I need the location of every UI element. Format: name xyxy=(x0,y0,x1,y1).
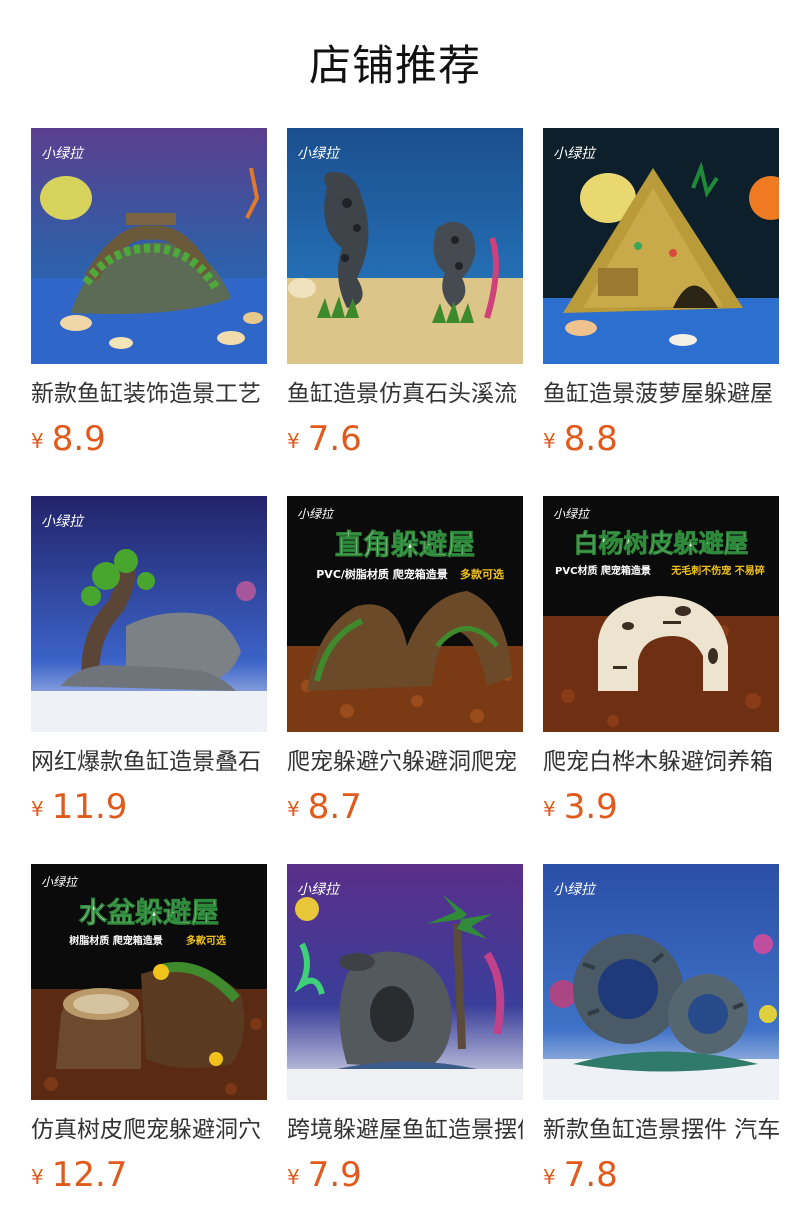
reptile-hide-cave-image[interactable]: 直角躲避屋 PVC/树脂材质 爬宠箱造景 多款可选 小绿拉 xyxy=(287,496,523,732)
product-price: ¥7.6 xyxy=(287,417,362,461)
aquarium-tree-rock-image[interactable]: 小绿拉 xyxy=(31,496,267,732)
product-name[interactable]: 仿真树皮爬宠躲避洞穴 xyxy=(31,1113,267,1147)
brand-logo: 小绿拉 xyxy=(41,514,85,530)
product-price: ¥7.8 xyxy=(543,1153,618,1197)
currency-symbol: ¥ xyxy=(543,1165,556,1189)
price-value: 7.8 xyxy=(563,1155,618,1195)
product-price: ¥3.9 xyxy=(543,785,618,829)
banner-highlight: 多款可选 xyxy=(460,567,504,581)
page-title: 店铺推荐 xyxy=(308,41,481,90)
banner-title: 白杨树皮躲避屋 xyxy=(573,529,748,558)
product-price: ¥11.9 xyxy=(31,785,127,829)
currency-symbol: ¥ xyxy=(543,797,556,821)
svg-text:小绿拉: 小绿拉 xyxy=(41,146,85,162)
currency-symbol: ¥ xyxy=(31,1165,44,1189)
currency-symbol: ¥ xyxy=(287,429,300,453)
price-value: 12.7 xyxy=(51,1155,128,1195)
brand-logo: 小绿拉 xyxy=(297,882,341,898)
brand-logo: 小绿拉 xyxy=(41,146,85,162)
banner-highlight: 多款可选 xyxy=(186,934,226,947)
product-card[interactable]: 小绿拉 跨境躲避屋鱼缸造景摆件 ¥7.9 xyxy=(287,864,523,1204)
product-name[interactable]: 新款鱼缸装饰造景工艺 xyxy=(31,377,267,411)
brand-logo: 小绿拉 xyxy=(553,146,597,162)
aquarium-rock-ornament-image[interactable]: 小绿拉 xyxy=(287,128,523,364)
aquarium-urn-palm-image[interactable]: 小绿拉 xyxy=(287,864,523,1100)
banner-highlight: 无毛刺不伤宠 不易碎 xyxy=(670,564,764,577)
banner-title: 水盆躲避屋 xyxy=(79,896,219,929)
currency-symbol: ¥ xyxy=(287,797,300,821)
price-value: 8.9 xyxy=(51,419,106,459)
price-value: 11.9 xyxy=(51,787,128,827)
currency-symbol: ¥ xyxy=(31,429,44,453)
brand-logo: 小绿拉 xyxy=(553,507,591,521)
aquarium-treasure-pyramid-image[interactable]: 小绿拉 xyxy=(543,128,779,364)
brand-logo: 小绿拉 xyxy=(553,882,597,898)
banner-line: PVC材质 爬宠箱造景 xyxy=(555,564,651,577)
banner-title: 直角躲避屋 xyxy=(335,528,475,561)
aquarium-tire-ornament-image[interactable]: 小绿拉 xyxy=(543,864,779,1100)
product-price: ¥8.7 xyxy=(287,785,362,829)
product-card[interactable]: 小绿拉 新款鱼缸装饰造景工艺 ¥8.9 xyxy=(31,128,267,468)
product-card[interactable]: 白杨树皮躲避屋 PVC材质 爬宠箱造景 无毛刺不伤宠 不易碎 小绿拉 爬宠白桦木… xyxy=(543,496,779,836)
product-price: ¥8.9 xyxy=(31,417,106,461)
bark-basin-hide-image[interactable]: 水盆躲避屋 树脂材质 爬宠箱造景 多款可选 小绿拉 xyxy=(31,864,267,1100)
product-card[interactable]: 小绿拉 鱼缸造景菠萝屋躲避屋 ¥8.8 xyxy=(543,128,779,468)
product-name[interactable]: 网红爆款鱼缸造景叠石 xyxy=(31,745,267,779)
product-price: ¥7.9 xyxy=(287,1153,362,1197)
product-card[interactable]: 水盆躲避屋 树脂材质 爬宠箱造景 多款可选 小绿拉 仿真树皮爬宠躲避洞穴 ¥12… xyxy=(31,864,267,1204)
banner-line: 树脂材质 爬宠箱造景 xyxy=(69,934,162,947)
brand-logo: 小绿拉 xyxy=(297,146,341,162)
product-name[interactable]: 爬宠白桦木躲避饲养箱 xyxy=(543,745,779,779)
product-card[interactable]: 直角躲避屋 PVC/树脂材质 爬宠箱造景 多款可选 小绿拉 爬宠躲避穴躲避洞爬宠… xyxy=(287,496,523,836)
aquarium-bridge-ornament-image[interactable]: 小绿拉 xyxy=(31,128,267,364)
product-name[interactable]: 跨境躲避屋鱼缸造景摆件 xyxy=(287,1113,523,1147)
price-value: 8.7 xyxy=(307,787,362,827)
product-name[interactable]: 爬宠躲避穴躲避洞爬宠 xyxy=(287,745,523,779)
price-value: 8.8 xyxy=(563,419,618,459)
price-value: 3.9 xyxy=(563,787,618,827)
product-price: ¥12.7 xyxy=(31,1153,127,1197)
birch-bark-hide-image[interactable]: 白杨树皮躲避屋 PVC材质 爬宠箱造景 无毛刺不伤宠 不易碎 小绿拉 xyxy=(543,496,779,732)
currency-symbol: ¥ xyxy=(543,429,556,453)
product-price: ¥8.8 xyxy=(543,417,618,461)
product-name[interactable]: 鱼缸造景仿真石头溪流 xyxy=(287,377,523,411)
price-value: 7.6 xyxy=(307,419,362,459)
price-value: 7.9 xyxy=(307,1155,362,1195)
currency-symbol: ¥ xyxy=(287,1165,300,1189)
brand-logo: 小绿拉 xyxy=(41,875,79,889)
currency-symbol: ¥ xyxy=(31,797,44,821)
product-name[interactable]: 鱼缸造景菠萝屋躲避屋 xyxy=(543,377,779,411)
banner-line: PVC/树脂材质 爬宠箱造景 xyxy=(316,567,448,581)
product-name[interactable]: 新款鱼缸造景摆件 汽车 xyxy=(543,1113,779,1147)
brand-logo: 小绿拉 xyxy=(297,507,335,521)
product-card[interactable]: 小绿拉 鱼缸造景仿真石头溪流 ¥7.6 xyxy=(287,128,523,468)
product-card[interactable]: 小绿拉 新款鱼缸造景摆件 汽车 ¥7.8 xyxy=(543,864,779,1204)
product-card[interactable]: 小绿拉 网红爆款鱼缸造景叠石 ¥11.9 xyxy=(31,496,267,836)
